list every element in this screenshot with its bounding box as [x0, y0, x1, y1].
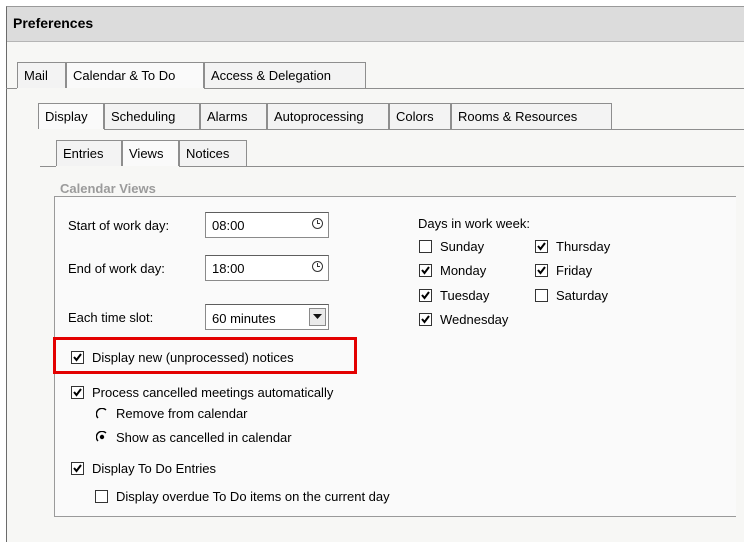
checkmark-icon — [421, 266, 430, 275]
chevron-down-icon — [313, 314, 322, 319]
clock-icon[interactable] — [312, 218, 323, 229]
friday-checkbox[interactable] — [535, 264, 548, 277]
window-title: Preferences — [13, 15, 94, 31]
tab-scheduling[interactable]: Scheduling — [104, 103, 200, 129]
time-slot-label: Each time slot: — [68, 310, 154, 325]
tab-calendar-todo[interactable]: Calendar & To Do — [66, 62, 204, 88]
radio-empty-icon — [96, 408, 107, 419]
end-of-work-day-label: End of work day: — [68, 261, 165, 276]
tab-access-delegation[interactable]: Access & Delegation — [204, 62, 366, 88]
start-of-work-day-label: Start of work day: — [68, 218, 170, 233]
tab-entries[interactable]: Entries — [56, 140, 122, 166]
remove-from-calendar-radio[interactable] — [96, 408, 108, 420]
show-as-cancelled-radio[interactable] — [96, 431, 108, 443]
end-of-work-day-field[interactable]: 18:00 — [205, 255, 329, 281]
tab-rooms-resources[interactable]: Rooms & Resources — [451, 103, 612, 129]
checkmark-icon — [537, 242, 546, 251]
friday-label: Friday — [556, 263, 593, 278]
clock-icon[interactable] — [312, 261, 323, 272]
saturday-label: Saturday — [556, 288, 609, 303]
radio-selected-icon — [96, 431, 107, 442]
section-title: Calendar Views — [60, 181, 156, 196]
checkmark-icon — [73, 464, 82, 473]
workweek-label: Days in work week: — [418, 216, 530, 231]
monday-label: Monday — [440, 263, 487, 278]
monday-checkbox[interactable] — [419, 264, 432, 277]
tab-alarms[interactable]: Alarms — [200, 103, 267, 129]
sunday-checkbox[interactable] — [419, 240, 432, 253]
checkmark-icon — [537, 266, 546, 275]
time-slot-select[interactable]: 60 minutes — [205, 304, 329, 330]
tab-views[interactable]: Views — [122, 140, 179, 166]
display-overdue-checkbox[interactable] — [95, 490, 108, 503]
highlight-box — [53, 337, 357, 374]
tab-colors[interactable]: Colors — [389, 103, 451, 129]
wednesday-label: Wednesday — [440, 312, 509, 327]
checkmark-icon — [421, 315, 430, 324]
thursday-label: Thursday — [556, 239, 611, 254]
thursday-checkbox[interactable] — [535, 240, 548, 253]
start-of-work-day-field[interactable]: 08:00 — [205, 212, 329, 238]
tuesday-label: Tuesday — [440, 288, 490, 303]
tab-mail[interactable]: Mail — [17, 62, 66, 88]
time-slot-value: 60 minutes — [212, 311, 276, 326]
time-slot-dropdown-button[interactable] — [309, 308, 326, 326]
show-as-cancelled-label: Show as cancelled in calendar — [116, 430, 292, 445]
display-todo-label: Display To Do Entries — [92, 461, 217, 476]
process-cancelled-label: Process cancelled meetings automatically — [92, 385, 334, 400]
display-overdue-label: Display overdue To Do items on the curre… — [116, 489, 390, 504]
sunday-label: Sunday — [440, 239, 485, 254]
title-bar: Preferences — [7, 7, 744, 42]
tab-display[interactable]: Display — [38, 103, 104, 129]
tab-autoprocessing[interactable]: Autoprocessing — [267, 103, 389, 129]
display-todo-checkbox[interactable] — [71, 462, 84, 475]
wednesday-checkbox[interactable] — [419, 313, 432, 326]
tab-notices[interactable]: Notices — [179, 140, 247, 166]
end-of-work-day-value: 18:00 — [212, 261, 245, 276]
checkmark-icon — [421, 291, 430, 300]
saturday-checkbox[interactable] — [535, 289, 548, 302]
start-of-work-day-value: 08:00 — [212, 218, 245, 233]
remove-from-calendar-label: Remove from calendar — [116, 406, 248, 421]
tuesday-checkbox[interactable] — [419, 289, 432, 302]
process-cancelled-checkbox[interactable] — [71, 386, 84, 399]
checkmark-icon — [73, 388, 82, 397]
